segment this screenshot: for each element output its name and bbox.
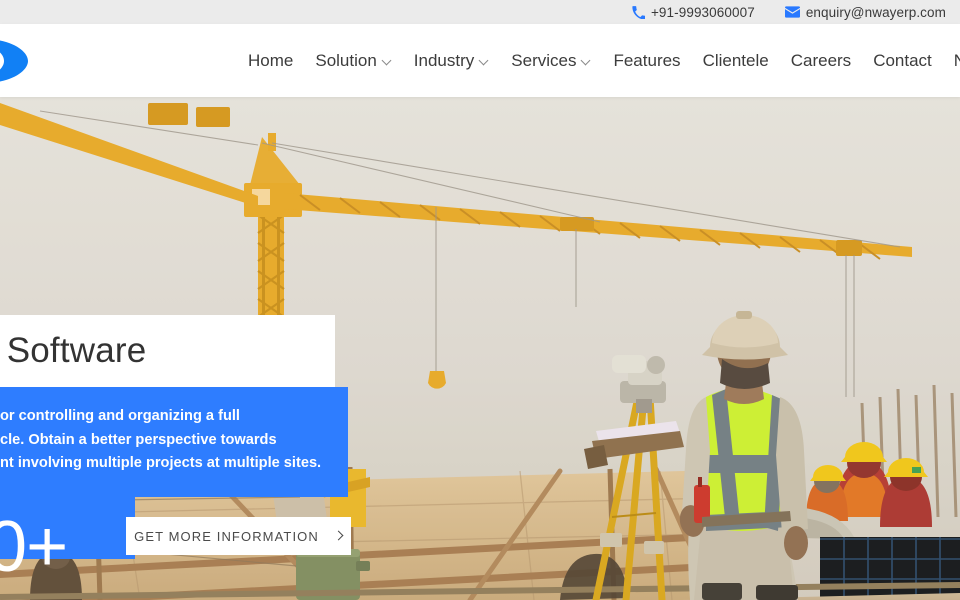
nav-item-features[interactable]: Features — [602, 51, 691, 71]
hero-title-text: ction ERP Software — [0, 331, 147, 370]
nav-label: Features — [613, 50, 681, 70]
nav-label: Home — [248, 50, 294, 70]
topbar-phone[interactable]: +91-9993060007 — [632, 5, 755, 20]
nav-item-truncated[interactable]: N — [943, 51, 960, 71]
nav-item-services[interactable]: Services — [500, 51, 602, 71]
hero-title: ction ERP Software — [0, 315, 335, 387]
nav-label: Solution — [315, 50, 377, 70]
nav-label: Contact — [873, 50, 932, 70]
nav-item-home[interactable]: Home — [248, 51, 304, 71]
envelope-icon — [784, 6, 800, 18]
chevron-down-icon — [383, 57, 392, 66]
hero-description-panel: or controlling and organizing a full cle… — [0, 387, 348, 497]
nav-label: Careers — [790, 50, 852, 70]
hero-banner: ction ERP Software or controlling and or… — [0, 97, 960, 600]
nav-label: Clientele — [702, 50, 769, 70]
phone-number: +91-9993060007 — [650, 4, 755, 20]
phone-icon — [632, 5, 645, 19]
nav-label: Industry — [413, 50, 475, 70]
get-more-information-button[interactable]: GET MORE INFORMATION — [126, 517, 351, 555]
hero-description-line-2: cle. Obtain a better perspective towards — [0, 431, 277, 448]
nav-label: N — [953, 50, 960, 70]
nav-item-contact[interactable]: Contact — [862, 51, 943, 71]
main-navigation: Home Solution Industry Services Features… — [248, 24, 960, 97]
nav-item-careers[interactable]: Careers — [780, 51, 862, 71]
nav-item-solution[interactable]: Solution — [304, 51, 402, 71]
chevron-right-icon — [335, 532, 343, 540]
hero-description-line-3: nt involving multiple projects at multip… — [0, 455, 322, 471]
nav-item-clientele[interactable]: Clientele — [692, 51, 780, 71]
hero-description-line-1: or controlling and organizing a full — [0, 408, 240, 424]
top-utility-bar: +91-9993060007 enquiry@nwayerp.com — [0, 0, 960, 24]
chevron-down-icon — [480, 57, 489, 66]
chevron-down-icon — [582, 57, 591, 66]
nway-logo[interactable] — [0, 34, 46, 88]
email-address: enquiry@nwayerp.com — [805, 4, 946, 20]
topbar-email[interactable]: enquiry@nwayerp.com — [784, 4, 946, 20]
nav-label: Services — [511, 50, 577, 70]
nav-item-industry[interactable]: Industry — [403, 51, 500, 71]
hero-counter: 00+ — [0, 507, 68, 587]
site-header: Home Solution Industry Services Features… — [0, 24, 960, 97]
cta-label: GET MORE INFORMATION — [134, 528, 319, 544]
